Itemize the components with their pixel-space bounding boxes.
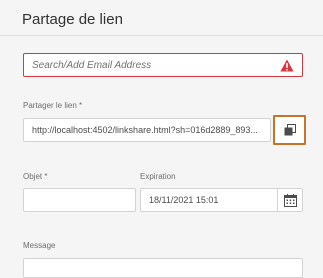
alert-triangle-icon	[280, 59, 294, 72]
copy-link-button[interactable]	[273, 115, 306, 145]
link-share-dialog: Partage de lien Partager le lien * http:…	[0, 0, 323, 278]
header-divider	[0, 35, 323, 36]
email-search-field[interactable]	[23, 53, 303, 77]
subject-label: Objet *	[23, 172, 48, 181]
message-textarea[interactable]	[23, 258, 303, 278]
expiration-date-value: 18/11/2021 15:01	[149, 195, 219, 205]
message-label: Message	[23, 241, 56, 250]
share-link-value: http://localhost:4502/linkshare.html?sh=…	[32, 125, 258, 135]
calendar-button[interactable]	[278, 188, 303, 212]
copy-icon	[284, 124, 296, 136]
expiration-date-input[interactable]: 18/11/2021 15:01	[140, 188, 278, 212]
dialog-title: Partage de lien	[22, 11, 123, 28]
subject-input[interactable]	[23, 188, 136, 212]
share-link-field[interactable]: http://localhost:4502/linkshare.html?sh=…	[23, 118, 271, 142]
email-search-input[interactable]	[24, 54, 274, 76]
calendar-icon	[284, 194, 297, 207]
expiration-label: Expiration	[140, 172, 176, 181]
share-link-label: Partager le lien *	[23, 101, 83, 110]
